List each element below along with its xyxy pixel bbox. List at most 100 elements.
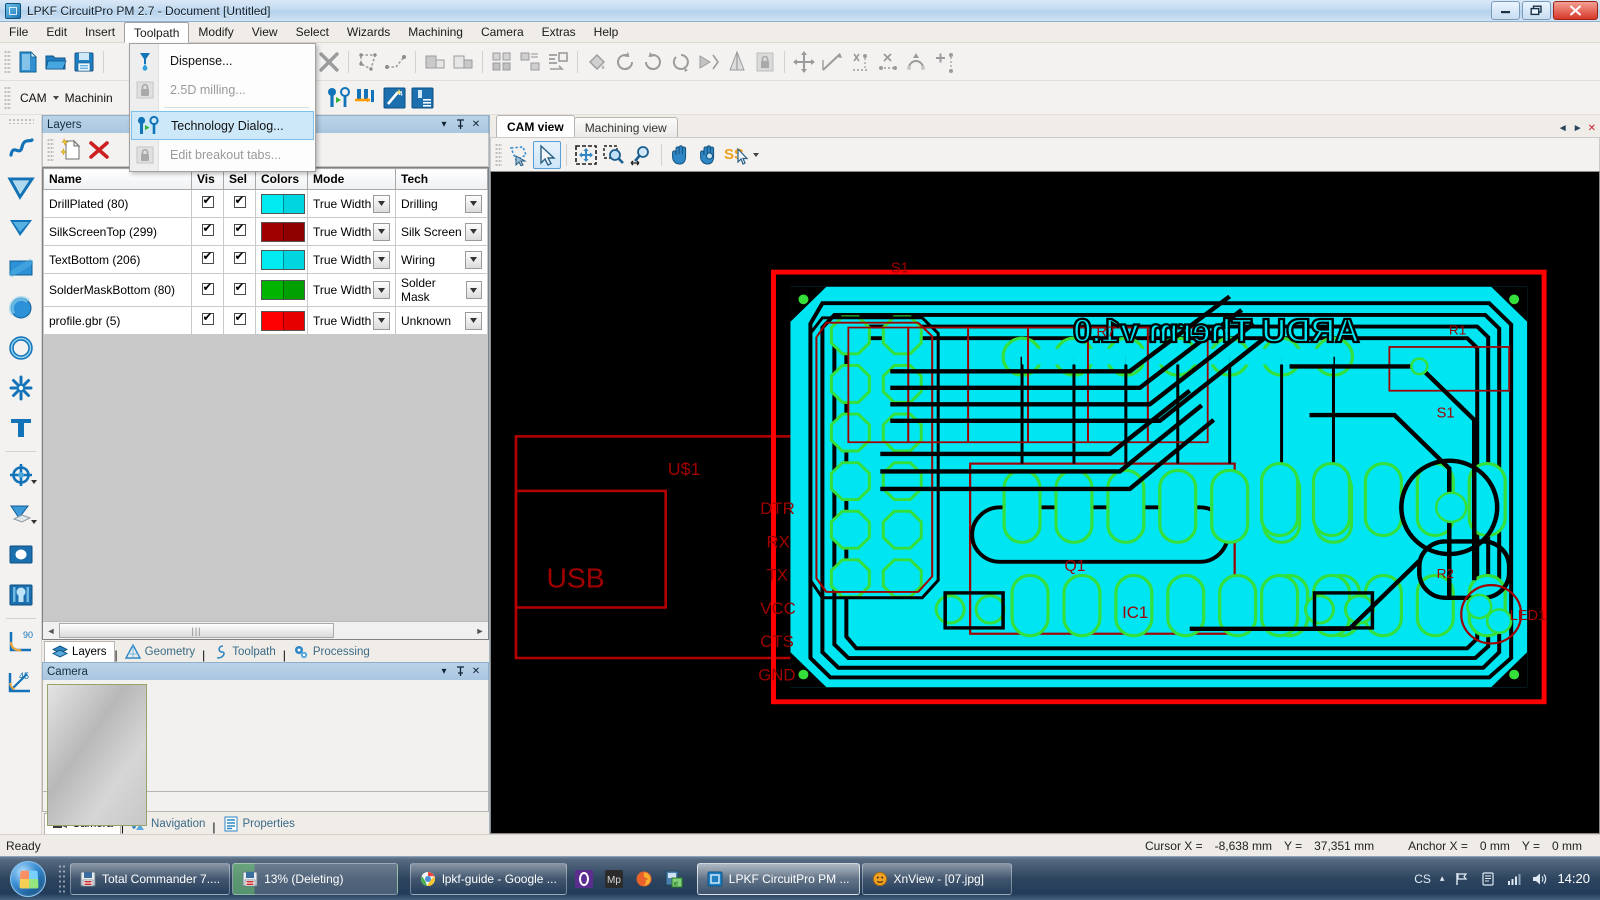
via-tool-button[interactable] [3,575,39,615]
menu-item-view[interactable]: View [243,22,287,42]
toolbar-grip[interactable] [4,49,11,74]
scroll-right-arrow-icon[interactable]: ► [472,623,488,639]
path-node-button[interactable] [382,48,410,76]
chevron-down-icon[interactable] [373,281,390,299]
chevron-down-icon[interactable] [465,222,482,241]
snap-button[interactable]: SS [723,141,751,169]
chevron-down-icon[interactable] [373,250,390,269]
menu-item-help[interactable]: Help [585,22,628,42]
tab-machining-view[interactable]: Machining view [573,117,678,137]
tab-cam-view[interactable]: CAM view [496,115,575,137]
chevron-down-icon[interactable] [373,222,390,241]
snowflake-tool-button[interactable] [3,368,39,408]
layer-tech-cell[interactable]: Silk Screen [395,217,488,246]
layer-visible-checkbox[interactable] [191,273,224,307]
text-tool-button[interactable] [3,408,39,448]
new-document-button[interactable] [14,48,42,76]
chevron-down-icon[interactable] [30,520,37,524]
layer-name-cell[interactable]: profile.gbr (5) [43,306,192,335]
layer-color-swatch[interactable] [255,273,308,307]
panel-menu-button[interactable]: ▾ [436,665,452,679]
scrollbar-thumb[interactable]: ||| [59,623,334,638]
tab-processing[interactable]: Processing [286,642,377,662]
chevron-down-icon[interactable] [465,250,482,269]
mirror-vertical-button[interactable] [723,48,751,76]
toolbar-grip[interactable] [4,85,11,110]
fiducial-tool-button[interactable] [3,455,39,495]
lasso-select-button[interactable] [505,141,533,169]
layers-horizontal-scrollbar[interactable]: ◄ ||| ► [43,621,488,639]
paint-bucket-button[interactable] [583,48,611,76]
start-button[interactable] [2,859,54,899]
table-row[interactable]: TextBottom (206) True WidthWiring [43,245,488,274]
taskbar-copy-progress[interactable]: 13% (Deleting) [232,862,399,895]
tab-properties[interactable]: Properties [216,814,302,834]
panel-menu-button[interactable]: ▾ [436,118,452,132]
layer-mode-cell[interactable]: True Width [307,306,396,335]
menu-item-insert[interactable]: Insert [76,22,124,42]
chevron-down-icon[interactable] [753,152,759,157]
scroll-left-arrow-icon[interactable]: ◄ [43,623,59,639]
menu-item-dispense[interactable]: Dispense... [130,46,315,75]
layer-name-cell[interactable]: DrillPlated (80) [43,189,192,218]
rectangle-tool-button[interactable] [3,248,39,288]
panel-pin-button[interactable] [452,665,468,679]
layer-selectable-checkbox[interactable] [223,245,256,274]
layer-tech-cell[interactable]: Wiring [395,245,488,274]
layer-mode-cell[interactable]: True Width [307,217,396,246]
layer-visible-checkbox[interactable] [191,217,224,246]
chevron-down-icon[interactable] [373,311,390,330]
layer-mode-cell[interactable]: True Width [307,245,396,274]
layer-color-swatch[interactable] [255,189,308,218]
chevron-down-icon[interactable] [465,311,482,330]
menu-item-machining[interactable]: Machining [399,22,472,42]
toolbar-grip[interactable] [495,142,502,167]
network-icon[interactable] [1505,870,1522,887]
minimize-button[interactable] [1491,1,1520,20]
open-document-button[interactable] [42,48,70,76]
toolbar-grip[interactable] [47,137,54,162]
panel-pin-button[interactable] [452,118,468,132]
taskbar-chrome[interactable]: lpkf-guide - Google ... [410,862,567,895]
tray-language-indicator[interactable]: CS [1414,872,1431,886]
menu-item-toolpath[interactable]: Toolpath [124,22,190,43]
circle-filled-tool-button[interactable] [3,288,39,328]
menu-item-extras[interactable]: Extras [533,22,585,42]
taskbar-circuitpro[interactable]: LPKF CircuitPro PM ... [696,862,860,895]
layer-tech-cell[interactable]: Solder Mask [395,273,488,307]
tray-show-hidden-button[interactable]: ▴ [1440,873,1445,884]
tool-assign-button[interactable] [353,84,381,112]
toolbar-grip[interactable] [7,118,34,124]
rotate-cw-button[interactable] [611,48,639,76]
ungroup-squares-button[interactable] [516,48,544,76]
taskbar-grip[interactable] [58,863,66,894]
maximize-button[interactable] [1522,1,1551,20]
tray-clock[interactable]: 14:20 [1557,871,1590,886]
menu-item-technology-dialog[interactable]: Technology Dialog... [131,111,314,140]
rotate-free-button[interactable] [667,48,695,76]
pinned-item-mp[interactable]: Mp [599,863,629,895]
taskbar-xnview[interactable]: XnView - [07.jpg] [861,862,1012,895]
camera-viewport[interactable] [42,680,489,826]
layer-selectable-checkbox[interactable] [223,273,256,307]
angle-90-tool-button[interactable]: 90 [3,622,39,662]
action-center-icon[interactable] [1479,870,1496,887]
volume-icon[interactable] [1531,870,1548,887]
pinned-item-explorer[interactable]: xl [659,863,689,895]
table-row[interactable]: DrillPlated (80) True WidthDrilling [43,189,488,218]
layer-visible-checkbox[interactable] [191,189,224,218]
pointer-select-button[interactable] [533,140,561,169]
layer-tech-cell[interactable]: Unknown [395,306,488,335]
column-header-tech[interactable]: Tech [395,168,488,190]
machining-label[interactable]: Machinin [59,91,119,105]
triangle-outline-tool-button[interactable] [3,168,39,208]
layer-mode-cell[interactable]: True Width [307,189,396,218]
tab-scroll-right-button[interactable]: ► [1573,123,1583,134]
fill-area-button[interactable] [421,48,449,76]
chevron-down-icon[interactable] [465,281,482,299]
tab-layers[interactable]: Layers [44,641,115,662]
layer-name-cell[interactable]: TextBottom (206) [43,245,192,274]
move-button[interactable] [790,48,818,76]
angle-45-tool-button[interactable]: 45 [3,662,39,702]
close-button[interactable] [1553,1,1598,20]
